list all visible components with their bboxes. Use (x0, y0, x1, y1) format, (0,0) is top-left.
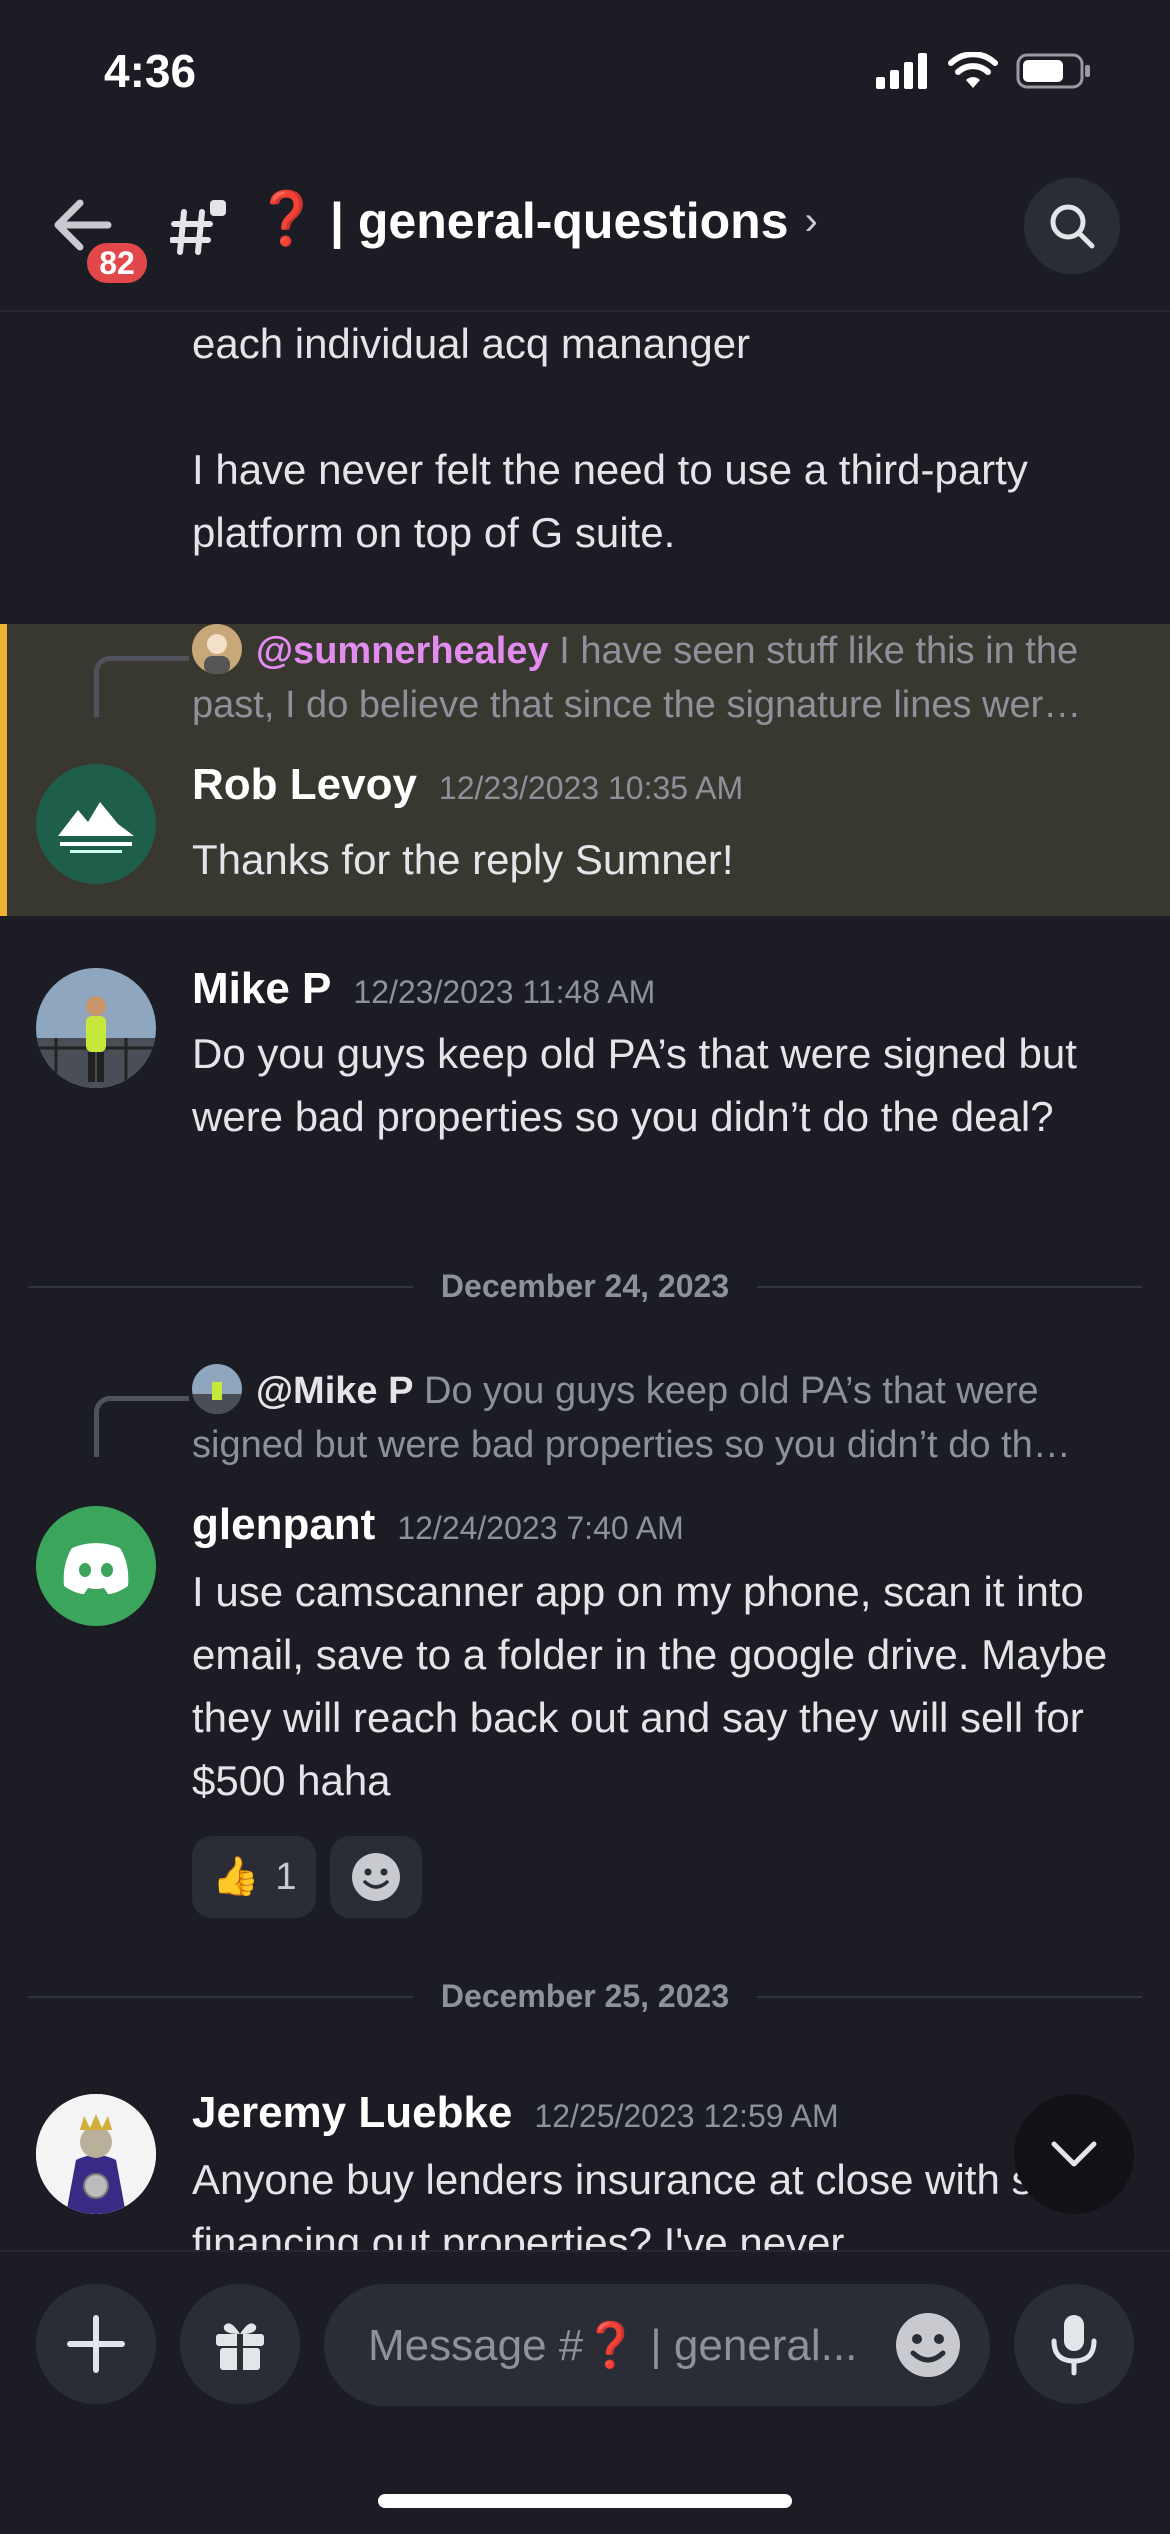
avatar[interactable] (36, 1506, 156, 1626)
message-continuation: I have never felt the need to use a thir… (192, 446, 1028, 556)
microphone-icon (1051, 2315, 1097, 2376)
emoji-icon[interactable] (892, 2309, 964, 2381)
reply-connector (94, 656, 189, 717)
reply-mention[interactable]: @sumnerhealey (256, 630, 549, 672)
plus-icon (67, 2315, 125, 2373)
message-header: glenpant 12/24/2023 7:40 AM (192, 1500, 684, 1550)
avatar[interactable] (36, 2094, 156, 2214)
channel-title[interactable]: | general-questions › (330, 192, 818, 250)
message-body: Thanks for the reply Sumner! (192, 836, 734, 883)
reply-preview[interactable]: @sumnerhealey I have seen stuff like thi… (192, 623, 1132, 732)
author-name[interactable]: glenpant (192, 1500, 375, 1550)
battery-icon (1016, 53, 1090, 89)
author-name[interactable]: Jeremy Luebke (192, 2088, 512, 2138)
status-time: 4:36 (104, 45, 197, 97)
message-composer: Message #❓ | general... (0, 2250, 1170, 2534)
gift-icon (216, 2323, 264, 2370)
home-indicator[interactable] (378, 2494, 792, 2508)
timestamp: 12/23/2023 10:35 AM (438, 770, 744, 806)
timestamp: 12/25/2023 12:59 AM (534, 2098, 839, 2134)
chevron-right-icon: › (804, 198, 818, 243)
status-bar: 4:36 (0, 0, 1170, 150)
channel-header: 82 ❓ | general-questions › (0, 150, 1170, 312)
channel-emoji: ❓ (254, 190, 319, 248)
message-body: I use camscanner app on my phone, scan i… (192, 1568, 1108, 1804)
message-header: Mike P 12/23/2023 11:48 AM (192, 964, 655, 1014)
avatar (192, 1363, 242, 1414)
date-divider-label: December 24, 2023 (440, 1268, 730, 1304)
search-button[interactable] (1024, 178, 1120, 274)
status-icons (876, 52, 1092, 90)
author-name[interactable]: Rob Levoy (192, 760, 417, 810)
avatar (192, 623, 242, 674)
search-icon (1050, 204, 1095, 249)
message-input-placeholder: Message #❓ | general... (368, 2321, 858, 2370)
reply-connector (94, 1396, 189, 1457)
message-header: Rob Levoy 12/23/2023 10:35 AM (192, 760, 743, 810)
date-divider: December 24, 2023 (28, 1268, 1143, 1305)
gift-button[interactable] (180, 2284, 300, 2404)
add-reaction-icon (352, 1853, 401, 1901)
avatar[interactable] (36, 968, 156, 1088)
discord-logo-icon (63, 1543, 129, 1594)
reaction-bar: 👍 1 (192, 1836, 423, 1918)
add-attachment-button[interactable] (36, 2284, 156, 2404)
wifi-icon (948, 52, 998, 88)
unread-badge: 82 (82, 238, 152, 288)
date-divider-label: December 25, 2023 (440, 1978, 730, 2014)
timestamp: 12/24/2023 7:40 AM (397, 1510, 684, 1546)
timestamp: 12/23/2023 11:48 AM (353, 974, 656, 1010)
reply-preview[interactable]: @Mike P Do you guys keep old PA’s that w… (192, 1363, 1132, 1472)
date-divider: December 25, 2023 (28, 1978, 1143, 2015)
voice-message-button[interactable] (1014, 2284, 1134, 2404)
reply-mention[interactable]: @Mike P (256, 1370, 413, 1412)
message-body: Do you guys keep old PA’s that were sign… (192, 1030, 1077, 1140)
signal-icon (876, 53, 927, 89)
avatar[interactable] (36, 764, 156, 884)
scroll-to-bottom-button[interactable] (1014, 2094, 1134, 2214)
message-header: Jeremy Luebke 12/25/2023 12:59 AM (192, 2088, 839, 2138)
channel-name-label: | general-questions (330, 193, 789, 249)
add-reaction-button[interactable] (330, 1836, 423, 1918)
author-name[interactable]: Mike P (192, 964, 331, 1014)
reaction-thumbs-up[interactable]: 👍 1 (192, 1836, 317, 1918)
message-continuation: each individual acq mananger (192, 320, 751, 367)
channel-thread-icon (170, 200, 226, 255)
message-body: Anyone buy lenders insurance at close wi… (192, 2156, 1112, 2250)
chevron-down-icon (1051, 2141, 1097, 2167)
reaction-count: 1 (275, 1855, 297, 1898)
reaction-emoji: 👍 (212, 1856, 260, 1898)
message-input[interactable]: Message #❓ | general... (324, 2284, 990, 2406)
message-feed[interactable]: each individual acq mananger I have neve… (0, 312, 1170, 2250)
